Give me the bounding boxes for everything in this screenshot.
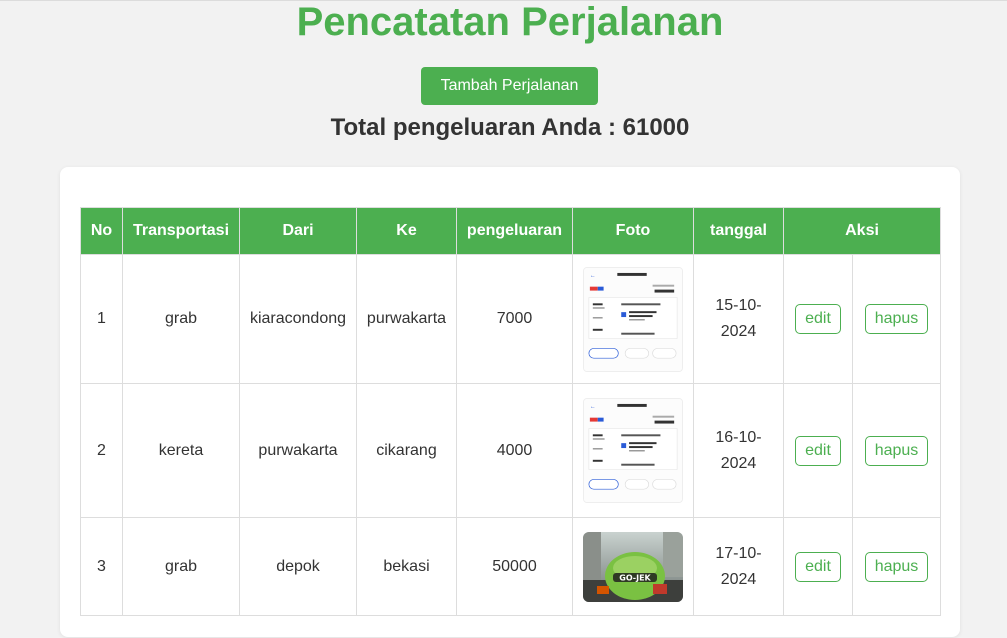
cell-date: 17-10-2024 xyxy=(693,517,784,616)
date-text: 17-10-2024 xyxy=(715,544,762,588)
table-header-row: No Transportasi Dari Ke pengeluaran Foto… xyxy=(80,207,942,255)
header-photo: Foto xyxy=(572,207,694,255)
header-cost: pengeluaran xyxy=(456,207,573,255)
delete-button[interactable]: hapus xyxy=(864,304,929,334)
total-expense-text: Total pengeluaran Anda : 61000 xyxy=(330,114,690,141)
date-text: 16-10-2024 xyxy=(715,428,762,472)
cell-transport: grab xyxy=(122,517,240,616)
edit-button[interactable]: edit xyxy=(795,304,841,334)
edit-button[interactable]: edit xyxy=(795,551,841,582)
page-title: Pencatatan Perjalanan xyxy=(296,0,724,44)
cell-edit: edit xyxy=(783,517,853,616)
cell-no: 1 xyxy=(80,254,123,384)
cell-edit: edit xyxy=(783,383,853,518)
cell-from: depok xyxy=(239,517,357,616)
cell-to: cikarang xyxy=(356,383,457,518)
table-row: 3 grab depok bekasi 50000 GO-JEK 17-10-2… xyxy=(80,517,942,616)
edit-button[interactable]: edit xyxy=(795,435,841,466)
cell-no: 3 xyxy=(80,517,123,616)
delete-button[interactable]: hapus xyxy=(864,435,929,466)
cell-cost: 7000 xyxy=(456,254,573,384)
receipt-thumbnail[interactable]: ← xyxy=(583,266,683,372)
header-to: Ke xyxy=(356,207,457,255)
cell-no: 2 xyxy=(80,383,123,518)
header-no: No xyxy=(80,207,123,255)
cell-cost: 50000 xyxy=(456,517,573,616)
svg-text:GO-JEK: GO-JEK xyxy=(619,573,651,582)
header-action: Aksi xyxy=(782,207,942,255)
cell-from: kiaracondong xyxy=(239,254,357,384)
header-date: tanggal xyxy=(693,207,784,255)
cell-photo: ← xyxy=(572,254,694,384)
cell-date: 16-10-2024 xyxy=(693,383,784,518)
cell-from: purwakarta xyxy=(239,383,357,518)
cell-to: purwakarta xyxy=(356,254,457,384)
cell-edit: edit xyxy=(783,254,853,384)
cell-delete: hapus xyxy=(851,517,942,616)
cell-delete: hapus xyxy=(851,383,942,518)
cell-to: bekasi xyxy=(356,517,457,616)
svg-text:←: ← xyxy=(590,272,596,278)
helmet-photo[interactable]: GO-JEK xyxy=(583,531,683,602)
svg-text:←: ← xyxy=(590,404,596,410)
cell-delete: hapus xyxy=(851,254,942,384)
cell-transport: kereta xyxy=(122,383,240,518)
trips-table: No Transportasi Dari Ke pengeluaran Foto… xyxy=(80,207,942,616)
header-transport: Transportasi xyxy=(122,207,240,255)
add-trip-button[interactable]: Tambah Perjalanan xyxy=(421,67,598,105)
date-text: 15-10-2024 xyxy=(715,297,762,340)
table-row: 2 kereta purwakarta cikarang 4000 ← 16-1… xyxy=(80,383,942,518)
cell-transport: grab xyxy=(122,254,240,384)
cell-photo: GO-JEK xyxy=(572,517,694,616)
table-row: 1 grab kiaracondong purwakarta 7000 ← 15… xyxy=(80,254,942,384)
cell-cost: 4000 xyxy=(456,383,573,518)
header-from: Dari xyxy=(239,207,357,255)
receipt-thumbnail[interactable]: ← xyxy=(583,398,683,503)
cell-photo: ← xyxy=(572,383,694,518)
delete-button[interactable]: hapus xyxy=(864,551,929,582)
cell-date: 15-10-2024 xyxy=(693,254,784,384)
